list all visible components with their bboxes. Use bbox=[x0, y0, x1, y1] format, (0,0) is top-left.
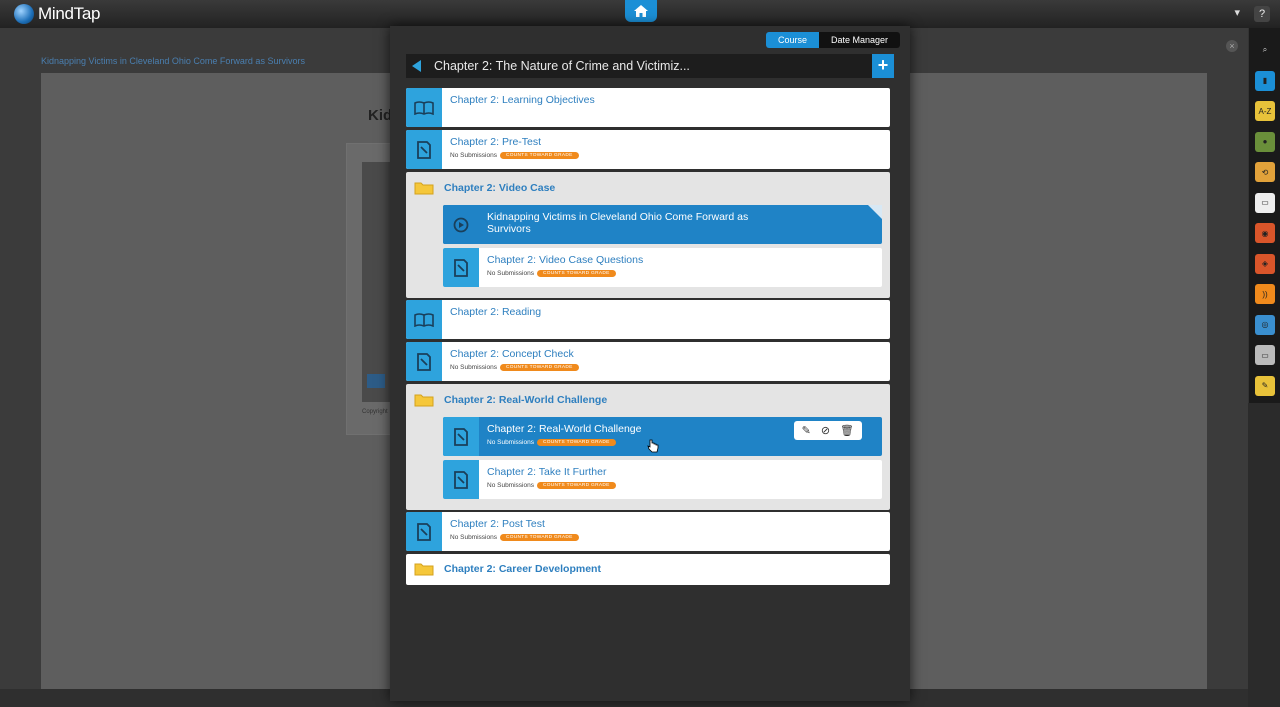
hide-icon[interactable]: ⊘ bbox=[821, 424, 830, 437]
tab-date-manager[interactable]: Date Manager bbox=[819, 32, 901, 48]
edit-icon[interactable]: ✎ bbox=[802, 424, 811, 437]
submissions-label: No Submissions bbox=[450, 152, 497, 159]
globe-icon bbox=[14, 4, 34, 24]
folder-header: Chapter 2: Career Development bbox=[414, 562, 601, 576]
folder-header[interactable]: Chapter 2: Real-World Challenge bbox=[414, 393, 607, 407]
corner-flag-icon bbox=[868, 205, 882, 219]
grade-badge: COUNTS TOWARD GRADE bbox=[536, 482, 616, 489]
list-item[interactable]: Chapter 2: Concept Check No Submissions C… bbox=[406, 342, 890, 381]
mindtap-logo[interactable]: MindTap bbox=[14, 4, 100, 24]
chapter-bar: Chapter 2: The Nature of Crime and Victi… bbox=[406, 54, 894, 78]
item-title: Chapter 2: Video Case Questions bbox=[487, 254, 644, 266]
reader-title: Kidnapping Victims in Cleveland Ohio Com… bbox=[41, 56, 305, 66]
submissions-label: No Submissions bbox=[487, 482, 534, 489]
list-item[interactable]: Chapter 2: Video Case Questions No Submi… bbox=[443, 248, 882, 287]
list-item-selected[interactable]: Kidnapping Victims in Cleveland Ohio Com… bbox=[443, 205, 882, 244]
play-icon[interactable] bbox=[367, 374, 385, 388]
list-item[interactable]: Chapter 2: Pre-Test No Submissions COUNTS… bbox=[406, 130, 890, 169]
briefcase-icon[interactable]: ▭ bbox=[1255, 345, 1275, 365]
folder-career-development[interactable]: Chapter 2: Career Development bbox=[406, 554, 890, 585]
item-title: Chapter 2: Post Test bbox=[450, 518, 545, 530]
cengage-icon[interactable]: ◎ bbox=[1255, 314, 1275, 335]
delete-icon[interactable]: 🗑 bbox=[840, 424, 854, 437]
folder-real-world-challenge: Chapter 2: Real-World Challenge Chapter … bbox=[406, 384, 890, 510]
hand-cursor-icon bbox=[647, 439, 659, 453]
top-bar: MindTap ▾ ? bbox=[0, 0, 1280, 29]
activity-icon bbox=[406, 342, 442, 381]
folder-title: Chapter 2: Real-World Challenge bbox=[444, 394, 608, 406]
close-icon[interactable]: × bbox=[1226, 40, 1238, 52]
app-name: MindTap bbox=[38, 4, 101, 23]
item-title: Chapter 2: Pre-Test bbox=[450, 136, 542, 148]
list-item-highlighted[interactable]: Chapter 2: Real-World Challenge No Submi… bbox=[443, 417, 882, 456]
folder-title: Chapter 2: Video Case bbox=[444, 182, 556, 194]
grade-badge: COUNTS TOWARD GRADE bbox=[499, 364, 579, 371]
activity-icon bbox=[443, 248, 479, 287]
rss-feed-icon[interactable]: )) bbox=[1255, 284, 1275, 304]
chapter-title[interactable]: Chapter 2: The Nature of Crime and Victi… bbox=[434, 59, 690, 73]
folder-icon bbox=[414, 563, 434, 576]
help-button[interactable]: ? bbox=[1254, 6, 1270, 22]
home-icon bbox=[634, 5, 648, 17]
flashcards-icon[interactable]: ⟲ bbox=[1255, 162, 1275, 182]
highlighter-icon[interactable]: ✎ bbox=[1255, 375, 1275, 396]
item-title: Chapter 2: Reading bbox=[450, 306, 542, 318]
grade-badge: COUNTS TOWARD GRADE bbox=[499, 534, 579, 541]
chevron-left-icon bbox=[412, 60, 421, 72]
back-button[interactable] bbox=[406, 54, 428, 78]
list-item[interactable]: Chapter 2: Reading bbox=[406, 300, 890, 339]
search-icon[interactable]: ⌕ bbox=[1255, 40, 1275, 60]
folder-icon bbox=[414, 394, 434, 407]
folder-video-case: Chapter 2: Video Case Kidnapping Victims… bbox=[406, 172, 890, 298]
add-button[interactable]: + bbox=[872, 54, 894, 78]
merriam-webster-icon[interactable]: ◉ bbox=[1255, 223, 1275, 243]
glossary-az-icon[interactable]: A-Z bbox=[1255, 101, 1275, 121]
item-title: Chapter 2: Take It Further bbox=[487, 466, 607, 478]
list-item[interactable]: Chapter 2: Post Test No Submissions COUNT… bbox=[406, 512, 890, 551]
submissions-label: No Submissions bbox=[487, 270, 534, 277]
item-title: Chapter 2: Concept Check bbox=[450, 348, 574, 360]
item-actions: ✎ ⊘ 🗑 bbox=[793, 421, 862, 440]
grade-badge: COUNTS TOWARD GRADE bbox=[536, 270, 616, 277]
book-icon[interactable]: ▮ bbox=[1255, 70, 1275, 91]
chevron-down-icon[interactable]: ▾ bbox=[1234, 6, 1240, 22]
list-item[interactable]: Chapter 2: Take It Further No Submission… bbox=[443, 460, 882, 499]
submissions-label: No Submissions bbox=[487, 439, 534, 446]
copyright-text: Copyright bbox=[362, 409, 388, 415]
item-title: Kidnapping Victims in Cleveland Ohio Com… bbox=[487, 211, 749, 235]
list-item[interactable]: Chapter 2: Learning Objectives bbox=[406, 88, 890, 127]
activity-icon bbox=[443, 417, 479, 456]
view-switch: Course Date Manager bbox=[766, 32, 901, 48]
activity-icon bbox=[406, 512, 442, 551]
item-title: Chapter 2: Real-World Challenge bbox=[487, 423, 642, 435]
home-button[interactable] bbox=[625, 0, 657, 22]
profile-icon[interactable]: ● bbox=[1255, 131, 1275, 152]
video-icon bbox=[443, 205, 479, 244]
grade-badge: COUNTS TOWARD GRADE bbox=[499, 152, 579, 159]
reading-icon bbox=[406, 88, 442, 127]
folder-header[interactable]: Chapter 2: Video Case bbox=[414, 181, 555, 195]
folder-icon bbox=[414, 182, 434, 195]
aplia-icon[interactable]: ◈ bbox=[1255, 253, 1275, 274]
activity-icon bbox=[443, 460, 479, 499]
submissions-label: No Submissions bbox=[450, 534, 497, 541]
submissions-label: No Submissions bbox=[450, 364, 497, 371]
reading-icon bbox=[406, 300, 442, 339]
course-panel: Course Date Manager Chapter 2: The Natur… bbox=[390, 26, 910, 701]
activity-icon bbox=[406, 130, 442, 169]
notes-icon[interactable]: ▭ bbox=[1255, 192, 1275, 213]
folder-title: Chapter 2: Career Development bbox=[444, 563, 601, 575]
item-title: Chapter 2: Learning Objectives bbox=[450, 94, 595, 106]
tab-course[interactable]: Course bbox=[766, 32, 820, 48]
grade-badge: COUNTS TOWARD GRADE bbox=[536, 439, 616, 446]
app-dock: ⌕ ▮ A-Z ● ⟲ ▭ ◉ ◈)) ◎ ▭ ✎ bbox=[1248, 28, 1280, 403]
